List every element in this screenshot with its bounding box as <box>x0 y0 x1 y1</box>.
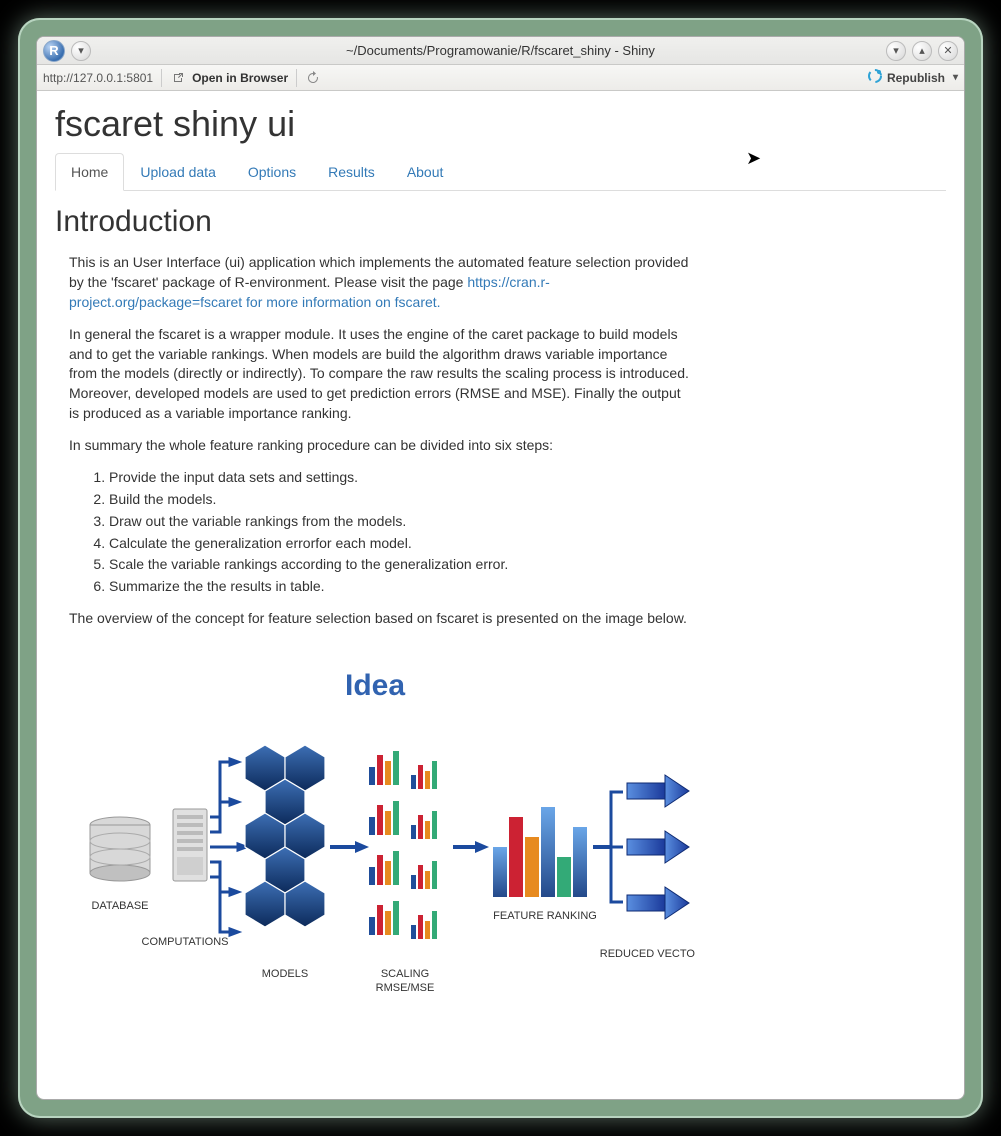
republish-button[interactable]: Republish <box>887 71 945 85</box>
intro-para2: In general the fscaret is a wrapper modu… <box>69 325 689 424</box>
label-feature-ranking: FEATURE RANKING <box>493 910 597 922</box>
section-title: Introduction <box>55 205 946 239</box>
step-6: Summarize the the results in table. <box>109 577 689 597</box>
tab-options[interactable]: Options <box>232 153 312 191</box>
intro-para4: The overview of the concept for feature … <box>69 609 689 629</box>
intro-text: This is an User Interface (ui) applicati… <box>69 253 689 629</box>
steps-list: Provide the input data sets and settings… <box>109 468 689 597</box>
toolbar: http://127.0.0.1:5801 Open in Browser Re… <box>37 65 964 91</box>
window-title: ~/Documents/Programowanie/R/fscaret_shin… <box>37 43 964 58</box>
step-2: Build the models. <box>109 490 689 510</box>
content-area: fscaret shiny ui Home Upload data Option… <box>37 91 964 1099</box>
refresh-icon[interactable] <box>305 70 321 86</box>
republish-icon <box>867 68 883 87</box>
step-1: Provide the input data sets and settings… <box>109 468 689 488</box>
step-5: Scale the variable rankings according to… <box>109 555 689 575</box>
address-label: http://127.0.0.1:5801 <box>43 71 153 85</box>
label-computations: COMPUTATIONS <box>142 936 229 948</box>
menu-button[interactable]: ▾ <box>71 41 91 61</box>
tab-about[interactable]: About <box>391 153 460 191</box>
label-database: DATABASE <box>91 900 148 912</box>
intro-para3: In summary the whole feature ranking pro… <box>69 436 689 456</box>
r-logo-icon: R <box>43 40 65 62</box>
tab-home[interactable]: Home <box>55 153 124 191</box>
step-3: Draw out the variable rankings from the … <box>109 512 689 532</box>
concept-diagram: Idea DATABASE <box>55 657 695 1032</box>
republish-dropdown[interactable]: ▾ <box>953 72 958 83</box>
window-titlebar: R ▾ ~/Documents/Programowanie/R/fscaret_… <box>37 37 964 65</box>
tab-results[interactable]: Results <box>312 153 391 191</box>
open-in-browser-link[interactable]: Open in Browser <box>192 71 288 85</box>
intro-para1: This is an User Interface (ui) applicati… <box>69 254 688 290</box>
minimize-button[interactable]: ▾ <box>886 41 906 61</box>
tab-upload-data[interactable]: Upload data <box>124 153 232 191</box>
tab-bar: Home Upload data Options Results About <box>55 153 946 191</box>
diagram-title: Idea <box>345 669 405 702</box>
step-4: Calculate the generalization errorfor ea… <box>109 534 689 554</box>
close-button[interactable]: ✕ <box>938 41 958 61</box>
label-reduced-vectors: REDUCED VECTORS <box>600 948 695 960</box>
popout-icon[interactable] <box>170 70 186 86</box>
maximize-button[interactable]: ▴ <box>912 41 932 61</box>
label-scaling-1: SCALING <box>381 968 429 980</box>
page-title: fscaret shiny ui <box>55 103 946 145</box>
label-scaling-2: RMSE/MSE <box>376 982 435 994</box>
label-models: MODELS <box>262 968 308 980</box>
